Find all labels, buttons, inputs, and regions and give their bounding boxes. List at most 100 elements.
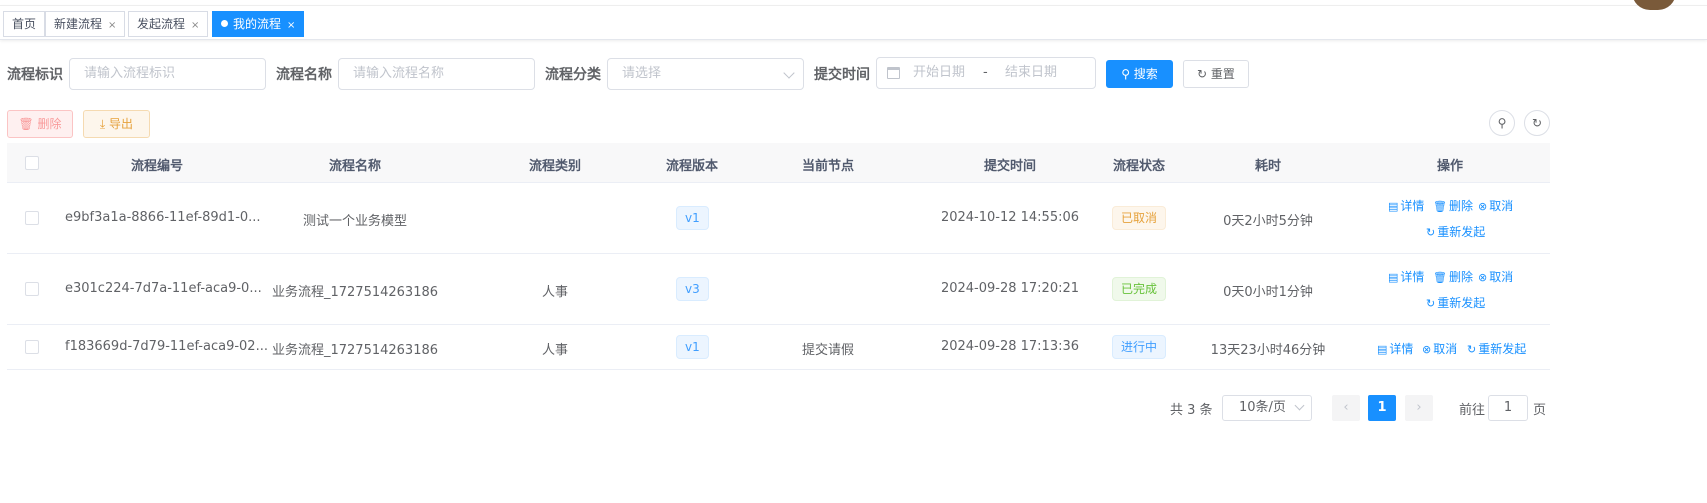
process-category-label: 流程分类 — [545, 67, 601, 83]
date-range-picker[interactable]: 开始日期 - 结束日期 — [876, 57, 1096, 89]
refresh-icon: ↻ — [1426, 226, 1436, 239]
version-tag: v3 — [676, 277, 709, 301]
document-icon: ▤ — [1388, 271, 1399, 284]
column-header: 提交时间 — [983, 159, 1036, 174]
status-badge: 已取消 — [1112, 206, 1167, 230]
download-icon: ⤓ — [99, 117, 110, 131]
tab-home[interactable]: 首页 — [3, 11, 46, 37]
goto-page-input[interactable]: 1 — [1488, 395, 1528, 421]
page-size-value: 10条/页 — [1239, 400, 1286, 415]
tab-label: 首页 — [12, 17, 37, 31]
pagination-total: 共 3 条 — [1170, 403, 1213, 418]
calendar-icon — [887, 67, 900, 79]
close-icon[interactable]: × — [108, 20, 116, 31]
close-icon[interactable]: × — [191, 20, 199, 31]
op-label: 详情 — [1389, 342, 1414, 356]
process-id: e301c224-7d7a-11ef-aca9-0... — [65, 281, 262, 296]
op-label: 取消 — [1489, 270, 1514, 284]
delete-button-label: 删除 — [37, 117, 62, 131]
navbar-bottom — [0, 0, 1707, 6]
row-checkbox[interactable] — [25, 282, 39, 296]
next-page-button[interactable]: › — [1405, 395, 1433, 421]
search-button-label: 搜索 — [1133, 67, 1158, 81]
end-date-input[interactable]: 结束日期 — [1005, 58, 1057, 88]
delete-link[interactable]: 🗑 删除 — [1433, 268, 1473, 285]
cancel-link[interactable]: ⊗ 取消 — [1422, 340, 1457, 357]
tab-label: 发起流程 — [137, 17, 186, 31]
active-dot-icon — [221, 20, 228, 27]
detail-link[interactable]: ▤ 详情 — [1388, 268, 1424, 285]
goto-label: 前往 — [1459, 403, 1486, 418]
current-node: 提交请假 — [801, 343, 854, 358]
process-category-select[interactable]: 请选择 — [607, 58, 804, 90]
toggle-search-button[interactable]: ⚲ — [1489, 110, 1515, 136]
submit-time: 2024-09-28 17:20:21 — [940, 281, 1080, 296]
chevron-down-icon — [1294, 400, 1305, 411]
restart-link[interactable]: ↻ 重新发起 — [1426, 294, 1485, 311]
process-id: e9bf3a1a-8866-11ef-89d1-0... — [65, 210, 261, 225]
op-label: 详情 — [1400, 199, 1425, 213]
restart-link[interactable]: ↻ 重新发起 — [1467, 340, 1526, 357]
circle-close-icon: ⊗ — [1422, 343, 1432, 356]
tab-label: 我的流程 — [233, 17, 282, 31]
page-size-select[interactable]: 10条/页 — [1222, 395, 1312, 421]
close-icon[interactable]: × — [287, 20, 295, 31]
table-row: f183669d-7d79-11ef-aca9-02... 业务流程_17275… — [7, 325, 1550, 370]
refresh-icon: ↻ — [1531, 116, 1543, 130]
cancel-link[interactable]: ⊗ 取消 — [1478, 197, 1513, 214]
tab-my-process[interactable]: 我的流程 × — [212, 11, 305, 37]
submit-time: 2024-10-12 14:55:06 — [940, 210, 1080, 225]
op-label: 重新发起 — [1437, 225, 1486, 239]
op-label: 取消 — [1489, 199, 1514, 213]
op-label: 取消 — [1433, 342, 1458, 356]
circle-close-icon: ⊗ — [1478, 271, 1488, 284]
detail-link[interactable]: ▤ 详情 — [1388, 197, 1424, 214]
column-header: 耗时 — [1254, 159, 1281, 174]
submit-time-label: 提交时间 — [814, 67, 870, 83]
start-date-input[interactable]: 开始日期 — [913, 58, 965, 88]
op-label: 重新发起 — [1478, 342, 1527, 356]
tab-label: 新建流程 — [54, 17, 103, 31]
search-icon: ⚲ — [1497, 116, 1507, 130]
detail-link[interactable]: ▤ 详情 — [1377, 340, 1413, 357]
search-icon: ⚲ — [1121, 67, 1134, 81]
avatar[interactable] — [1632, 0, 1676, 10]
process-key-input[interactable]: 请输入流程标识 — [69, 58, 266, 90]
table-row: e9bf3a1a-8866-11ef-89d1-0... 测试一个业务模型 v1… — [7, 183, 1550, 254]
document-icon: ▤ — [1377, 343, 1388, 356]
export-button[interactable]: ⤓ 导出 — [83, 110, 150, 138]
page-button[interactable]: 1 — [1368, 395, 1396, 421]
duration: 0天0小时1分钟 — [1223, 285, 1313, 300]
op-label: 详情 — [1400, 270, 1425, 284]
refresh-button[interactable]: ↻ — [1524, 110, 1550, 136]
process-key-label: 流程标识 — [7, 67, 63, 83]
tab-new-process[interactable]: 新建流程 × — [45, 11, 126, 37]
select-all-checkbox[interactable] — [25, 156, 39, 170]
row-checkbox[interactable] — [25, 211, 39, 225]
placeholder: 请输入流程名称 — [353, 66, 445, 81]
restart-link[interactable]: ↻ 重新发起 — [1426, 223, 1485, 240]
duration: 0天2小时5分钟 — [1223, 214, 1313, 229]
page-unit-label: 页 — [1533, 403, 1547, 418]
process-name: 测试一个业务模型 — [302, 214, 407, 229]
cancel-link[interactable]: ⊗ 取消 — [1478, 268, 1513, 285]
duration: 13天23小时46分钟 — [1210, 343, 1326, 358]
table-row: e301c224-7d7a-11ef-aca9-0... 业务流程_172751… — [7, 254, 1550, 325]
process-name-input[interactable]: 请输入流程名称 — [338, 58, 535, 90]
refresh-icon: ↻ — [1426, 297, 1436, 310]
delete-link[interactable]: 🗑 删除 — [1433, 197, 1473, 214]
delete-button[interactable]: 🗑 删除 — [7, 110, 73, 138]
row-checkbox[interactable] — [25, 340, 39, 354]
document-icon: ▤ — [1388, 200, 1399, 213]
prev-page-button[interactable]: ‹ — [1332, 395, 1360, 421]
reset-button[interactable]: ↻ 重置 — [1183, 60, 1249, 88]
process-category: 人事 — [541, 285, 568, 300]
version-tag: v1 — [676, 335, 709, 359]
tab-start-process[interactable]: 发起流程 × — [128, 11, 209, 37]
column-header: 流程版本 — [665, 159, 718, 174]
chevron-left-icon: ‹ — [1343, 400, 1349, 415]
column-header: 流程类别 — [528, 159, 581, 174]
column-header: 操作 — [1436, 159, 1463, 174]
export-button-label: 导出 — [109, 117, 134, 131]
search-button[interactable]: ⚲ 搜索 — [1106, 60, 1173, 88]
